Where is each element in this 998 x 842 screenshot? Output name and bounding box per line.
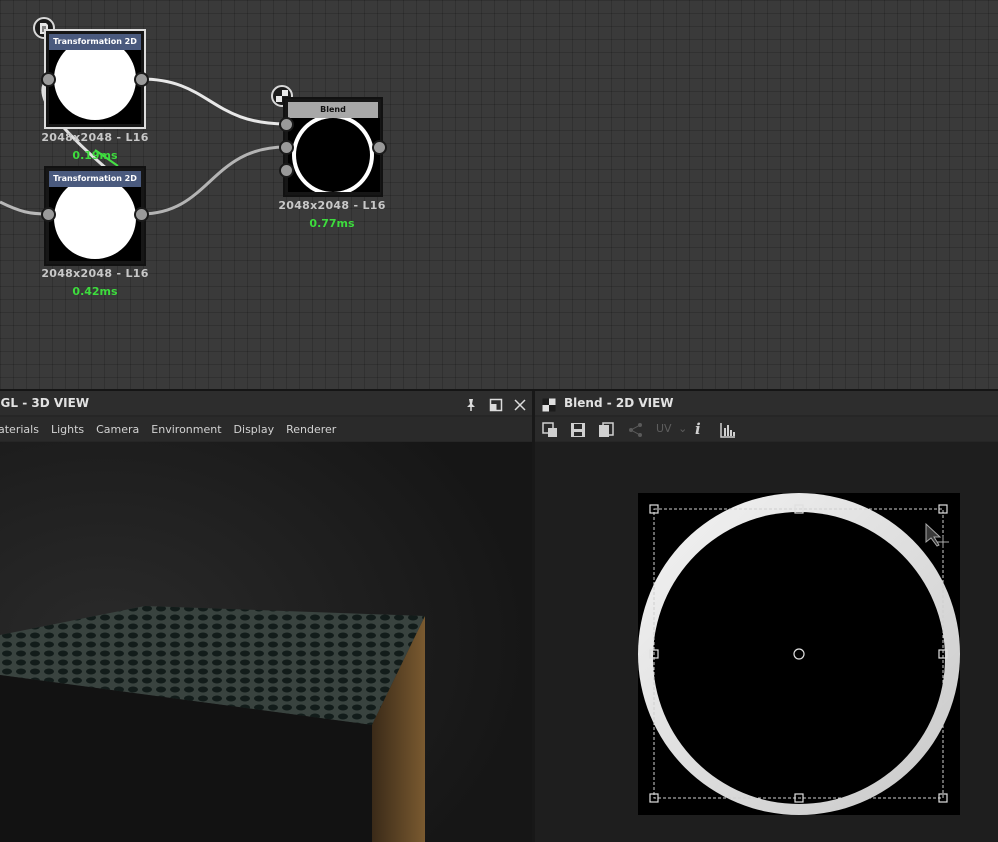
node-time: 0.77ms xyxy=(309,217,355,230)
transformation-2d-node-bottom[interactable]: Transformation 2D 2048x2048 - L16 0.42ms xyxy=(0,160,160,305)
node-time: 0.42ms xyxy=(72,285,118,298)
blend-texture-preview xyxy=(638,493,960,815)
input-port-1[interactable] xyxy=(279,117,294,132)
node-resolution: 2048x2048 - L16 xyxy=(41,267,149,280)
2d-viewport[interactable] xyxy=(535,442,998,842)
panel-title-bar: nGL - 3D VIEW xyxy=(0,391,532,415)
3d-view-menu-bar: aterials Lights Camera Environment Displ… xyxy=(0,417,532,441)
panel-title-bar: Blend - 2D VIEW xyxy=(535,391,998,415)
output-port[interactable] xyxy=(134,72,149,87)
close-icon[interactable] xyxy=(513,396,527,411)
input-port[interactable] xyxy=(41,207,56,222)
histogram-icon[interactable] xyxy=(719,421,737,439)
output-port[interactable] xyxy=(134,207,149,222)
maximize-icon[interactable] xyxy=(489,396,503,412)
blend-node[interactable]: Blend 2048x2048 - L16 0.77ms xyxy=(240,80,400,240)
node-thumbnail xyxy=(49,50,141,124)
node-title: Transformation 2D xyxy=(49,34,141,50)
checker-icon xyxy=(542,396,556,412)
node-resolution: 2048x2048 - L16 xyxy=(41,131,149,144)
menu-materials[interactable]: aterials xyxy=(0,423,39,436)
menu-lights[interactable]: Lights xyxy=(51,423,84,436)
info-icon[interactable]: i xyxy=(695,420,701,438)
node-resolution: 2048x2048 - L16 xyxy=(278,199,386,212)
2d-view-panel: Blend - 2D VIEW UV ⌄ i xyxy=(535,391,998,842)
uv-label: UV xyxy=(656,422,672,435)
node-thumbnail xyxy=(288,118,380,192)
input-port-3[interactable] xyxy=(279,163,294,178)
3d-viewport[interactable] xyxy=(0,442,532,842)
transformation-2d-node-top[interactable]: Transformation 2D 2048x2048 - L16 0.19ms xyxy=(0,0,160,170)
node-title: Transformation 2D xyxy=(49,171,141,187)
node-frame: Transformation 2D xyxy=(44,166,146,266)
panel-title: Blend - 2D VIEW xyxy=(564,396,674,410)
node-graph[interactable]: Transformation 2D 2048x2048 - L16 0.19ms… xyxy=(0,0,998,389)
menu-display[interactable]: Display xyxy=(234,423,275,436)
3d-view-panel: nGL - 3D VIEW aterials Lights Camera Env… xyxy=(0,391,532,842)
panel-title: nGL - 3D VIEW xyxy=(0,396,90,410)
copy-view-icon[interactable] xyxy=(541,421,559,439)
2d-view-toolbar: UV ⌄ i xyxy=(535,417,998,441)
node-frame: Blend xyxy=(283,97,383,197)
uv-dropdown: UV ⌄ xyxy=(656,422,687,435)
save-icon[interactable] xyxy=(569,421,587,439)
menu-environment[interactable]: Environment xyxy=(151,423,221,436)
3d-model-render xyxy=(0,442,532,842)
node-thumbnail xyxy=(49,187,141,261)
input-port[interactable] xyxy=(41,72,56,87)
share-icon xyxy=(627,421,645,439)
menu-camera[interactable]: Camera xyxy=(96,423,139,436)
input-port-2[interactable] xyxy=(279,140,294,155)
node-title: Blend xyxy=(288,102,378,118)
output-port[interactable] xyxy=(372,140,387,155)
node-frame: Transformation 2D xyxy=(44,29,146,129)
chevron-down-icon: ⌄ xyxy=(678,422,688,435)
clipboard-icon[interactable] xyxy=(597,421,615,439)
pin-icon[interactable] xyxy=(464,396,478,411)
menu-renderer[interactable]: Renderer xyxy=(286,423,336,436)
